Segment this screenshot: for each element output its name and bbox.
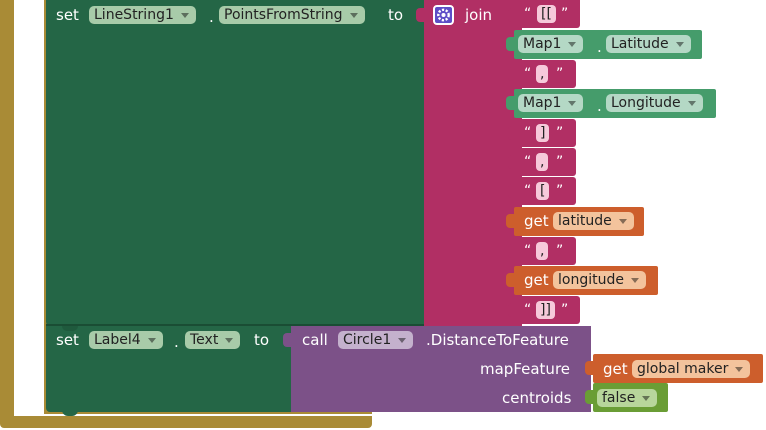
text-socket (508, 126, 516, 140)
centroids-arg-label: centroids (502, 389, 572, 407)
text-literal[interactable]: ] (536, 124, 550, 142)
variable-dropdown-global-maker[interactable]: global maker (632, 360, 751, 378)
text-socket (508, 155, 516, 169)
close-quote: ” (556, 66, 564, 82)
property-dropdown-pointsfromstring[interactable]: PointsFromString (219, 6, 365, 24)
join-output-tab (416, 8, 426, 22)
open-quote: “ (524, 66, 532, 82)
open-quote: “ (524, 183, 532, 199)
close-quote: ” (556, 183, 564, 199)
text-socket (508, 303, 516, 317)
text-literal[interactable]: ]] (536, 301, 555, 319)
getter-output-tab (506, 273, 516, 287)
property-dropdown-text[interactable]: Text (185, 331, 241, 349)
logic-output-tab (585, 390, 595, 404)
set-keyword: set (56, 6, 79, 24)
component-dropdown-linestring1[interactable]: LineString1 (89, 6, 196, 24)
to-keyword: to (388, 6, 404, 24)
component-dropdown-map1[interactable]: Map1 (518, 94, 584, 112)
get-keyword: get (524, 271, 549, 289)
chevron-down-icon (147, 338, 156, 343)
text-socket (508, 67, 516, 81)
open-quote: “ (524, 125, 532, 141)
chevron-down-icon (642, 396, 651, 401)
text-literal[interactable]: , (536, 153, 549, 171)
boolean-dropdown-false[interactable]: false (597, 389, 658, 407)
component-dropdown-map1[interactable]: Map1 (518, 35, 584, 53)
component-dropdown-label4[interactable]: Label4 (89, 331, 163, 349)
to-keyword: to (254, 331, 270, 349)
open-quote: “ (524, 6, 532, 22)
text-socket (508, 244, 516, 258)
getter-output-tab (506, 96, 516, 110)
call-output-tab (283, 333, 293, 347)
chevron-down-icon (225, 338, 234, 343)
dot-separator: . (174, 333, 179, 351)
join-block[interactable] (424, 0, 512, 326)
gear-icon (437, 8, 450, 22)
text-socket (508, 184, 516, 198)
text-literal[interactable]: [ (536, 182, 550, 200)
open-quote: “ (524, 302, 532, 318)
text-literal[interactable]: [[ (537, 5, 556, 23)
getter-output-tab (506, 37, 516, 51)
close-quote: ” (561, 6, 569, 22)
text-socket (508, 8, 516, 22)
chevron-down-icon (630, 278, 639, 283)
close-quote: ” (561, 302, 569, 318)
component-dropdown-circle1[interactable]: Circle1 (338, 331, 414, 349)
close-quote: ” (556, 154, 564, 170)
get-keyword: get (603, 360, 628, 378)
join-label: join (465, 6, 493, 24)
variable-dropdown-longitude[interactable]: longitude (553, 271, 646, 289)
getter-output-tab (506, 214, 516, 228)
dot-separator: . (597, 38, 602, 56)
chevron-down-icon (349, 13, 358, 18)
get-keyword: get (524, 212, 549, 230)
close-quote: ” (556, 243, 564, 259)
text-literal[interactable]: , (536, 65, 549, 83)
close-quote: ” (556, 125, 564, 141)
chevron-down-icon (398, 338, 407, 343)
set-keyword: set (56, 331, 79, 349)
chevron-down-icon (180, 13, 189, 18)
join-gear-button[interactable] (433, 5, 454, 25)
variable-dropdown-latitude[interactable]: latitude (553, 212, 634, 230)
chevron-down-icon (568, 42, 577, 47)
getter-output-tab (585, 361, 595, 375)
chevron-down-icon (568, 101, 577, 106)
chevron-down-icon (618, 219, 627, 224)
call-keyword: call (302, 331, 328, 349)
chevron-down-icon (675, 42, 684, 47)
open-quote: “ (524, 243, 532, 259)
open-quote: “ (524, 154, 532, 170)
dot-separator: . (209, 8, 214, 26)
set-points-block[interactable] (46, 0, 426, 326)
text-literal[interactable]: , (536, 242, 549, 260)
map-feature-arg-label: mapFeature (480, 360, 571, 378)
chevron-down-icon (735, 367, 744, 372)
dot-separator: . (597, 97, 602, 115)
method-name: .DistanceToFeature (426, 331, 569, 349)
property-dropdown-latitude[interactable]: Latitude (606, 35, 691, 53)
property-dropdown-longitude[interactable]: Longitude (606, 94, 703, 112)
chevron-down-icon (687, 101, 696, 106)
